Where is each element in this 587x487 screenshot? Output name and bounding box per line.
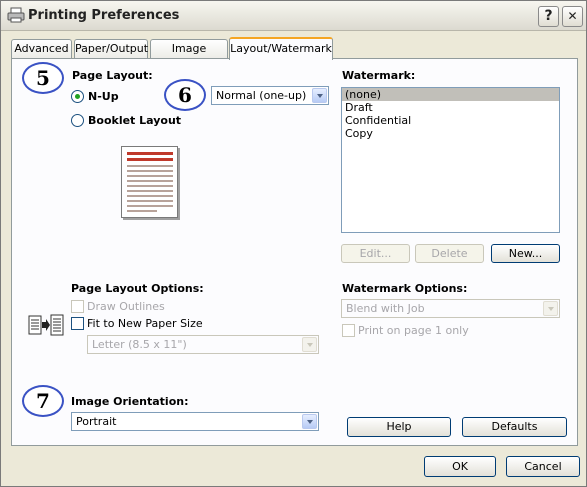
preview-text-line (127, 190, 173, 192)
edit-watermark-button[interactable]: Edit... (341, 244, 410, 263)
callout-badge: 5 (22, 62, 64, 94)
preview-header-line (127, 152, 173, 155)
chevron-down-icon[interactable] (312, 88, 327, 103)
preview-text-line (127, 180, 173, 182)
tab-image-options[interactable]: Image Options (150, 39, 228, 73)
list-item[interactable]: Confidential (342, 114, 559, 127)
image-orientation-heading: Image Orientation: (71, 395, 189, 408)
close-title-button[interactable]: ✕ (562, 6, 583, 27)
nup-radio[interactable] (71, 90, 84, 103)
orientation-select[interactable]: Portrait (71, 412, 319, 431)
defaults-button[interactable]: Defaults (462, 417, 567, 437)
print-first-page-checkbox[interactable] (342, 324, 355, 337)
list-item[interactable]: Draft (342, 101, 559, 114)
booklet-label[interactable]: Booklet Layout (88, 114, 181, 127)
printing-preferences-window: Printing Preferences ? ✕ Advanced Paper/… (0, 0, 587, 487)
tab-advanced[interactable]: Advanced (11, 39, 72, 59)
watermark-options-heading: Watermark Options: (342, 282, 468, 295)
tab-paper-output[interactable]: Paper/Output (74, 39, 148, 59)
paper-size-select[interactable]: Letter (8.5 x 11") (87, 335, 319, 354)
preview-text-line (127, 165, 173, 167)
nup-select[interactable]: Normal (one-up) (211, 86, 329, 105)
orientation-select-value: Portrait (76, 415, 117, 428)
title-bar[interactable]: Printing Preferences ? ✕ (1, 1, 586, 31)
callout-badge: 7 (22, 385, 64, 417)
tab-layout-watermark[interactable]: Layout/Watermark (229, 37, 333, 60)
print-first-page-label: Print on page 1 only (358, 324, 469, 337)
blend-select-value: Blend with Job (346, 302, 425, 315)
delete-watermark-button[interactable]: Delete (415, 244, 484, 263)
page-layout-options-heading: Page Layout Options: (71, 282, 204, 295)
new-watermark-button[interactable]: New... (491, 244, 560, 263)
fit-to-paper-checkbox[interactable] (71, 317, 84, 330)
draw-outlines-checkbox[interactable] (71, 300, 84, 313)
window-title: Printing Preferences (28, 8, 180, 23)
booklet-radio[interactable] (71, 114, 84, 127)
list-item[interactable]: Copy (342, 127, 559, 140)
fit-pages-icon (28, 314, 64, 336)
fit-to-paper-label[interactable]: Fit to New Paper Size (87, 317, 203, 330)
ok-button[interactable]: OK (424, 456, 496, 477)
printer-icon (7, 7, 25, 23)
help-title-button[interactable]: ? (538, 6, 559, 27)
preview-text-line (127, 210, 157, 212)
nup-label[interactable]: N-Up (88, 90, 119, 103)
preview-text-line (127, 185, 173, 187)
chevron-down-icon[interactable] (302, 414, 317, 429)
preview-text-line (127, 195, 173, 197)
nup-select-value: Normal (one-up) (216, 89, 307, 102)
chevron-down-icon[interactable] (302, 337, 317, 352)
chevron-down-icon[interactable] (543, 301, 558, 316)
page-layout-heading: Page Layout: (72, 69, 153, 82)
list-item[interactable]: (none) (342, 88, 559, 101)
blend-select[interactable]: Blend with Job (341, 299, 560, 318)
draw-outlines-label: Draw Outlines (87, 300, 165, 313)
preview-header-line (127, 158, 173, 161)
watermark-heading: Watermark: (342, 69, 416, 82)
callout-badge: 6 (164, 79, 206, 111)
page-preview-thumbnail (121, 146, 178, 218)
paper-size-value: Letter (8.5 x 11") (92, 338, 187, 351)
preview-text-line (127, 205, 173, 207)
preview-text-line (127, 170, 173, 172)
watermark-list[interactable]: (none) Draft Confidential Copy (341, 87, 560, 233)
cancel-button[interactable]: Cancel (506, 456, 580, 477)
help-button[interactable]: Help (347, 417, 451, 437)
preview-text-line (127, 200, 173, 202)
preview-text-line (127, 175, 173, 177)
